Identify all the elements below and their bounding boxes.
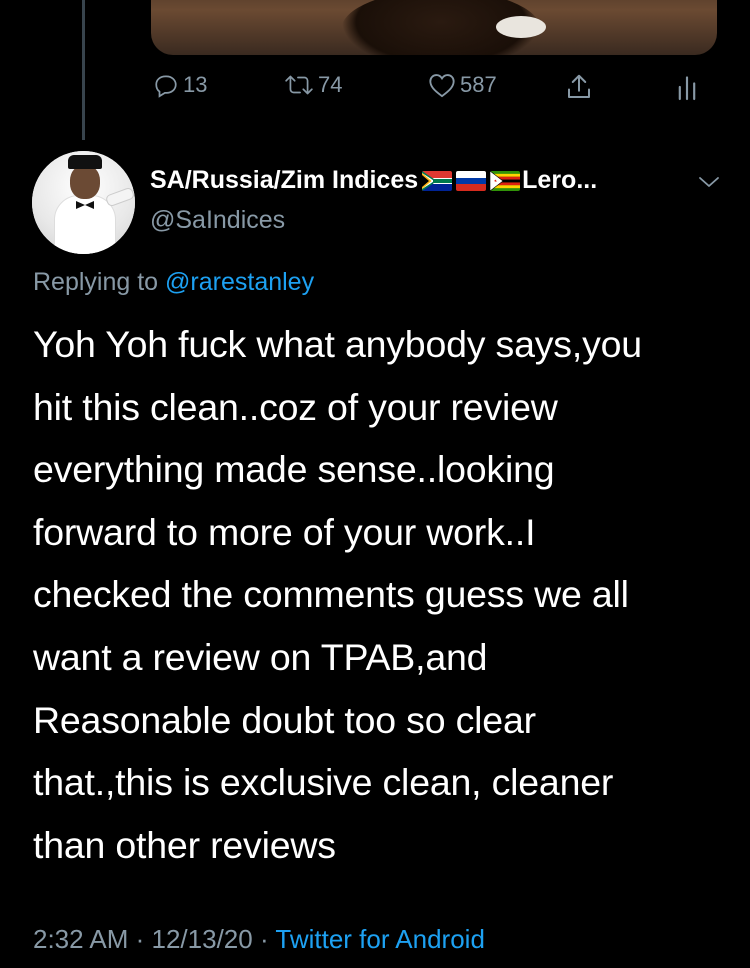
tweet-text-line: everything made sense..looking xyxy=(33,448,555,491)
tweet-text: Yoh Yoh fuck what anybody says,you hit t… xyxy=(33,313,733,876)
display-name[interactable]: SA/Russia/Zim Indices xyxy=(150,166,418,195)
author-handle[interactable]: @SaIndices xyxy=(150,206,285,235)
reply-button[interactable]: 13 xyxy=(153,72,207,98)
replying-prefix: Replying to xyxy=(33,268,166,296)
south-africa-flag-icon xyxy=(422,170,453,191)
tweet-metadata: 2:32 AM · 12/13/20 · Twitter for Android xyxy=(33,924,485,955)
tweet-text-line: Reasonable doubt too so clear xyxy=(33,698,536,741)
tweet-text-line: that.,this is exclusive clean, cleaner xyxy=(33,761,614,804)
retweet-button[interactable]: 74 xyxy=(284,72,342,98)
share-button[interactable] xyxy=(564,72,594,102)
meta-separator: · xyxy=(252,924,276,954)
like-count: 587 xyxy=(460,72,497,97)
avatar-cap xyxy=(68,155,102,169)
author-name-row[interactable]: SA/Russia/Zim Indices Lero... xyxy=(150,166,597,195)
tweet-text-line: forward to more of your work..I xyxy=(33,510,536,553)
tweet-source-link[interactable]: Twitter for Android xyxy=(275,924,485,954)
media-highlight xyxy=(496,16,546,38)
like-button[interactable]: 587 xyxy=(428,72,497,98)
previous-tweet-actions: 13 74 587 xyxy=(150,72,710,108)
share-icon xyxy=(564,72,594,102)
reply-icon xyxy=(153,72,179,98)
replying-to: Replying to @rarestanley xyxy=(33,268,314,297)
previous-tweet-media[interactable] xyxy=(151,0,717,55)
avatar-head xyxy=(70,165,100,199)
tweet-detail-page: 13 74 587 SA/Russia/Zim Indices Lero... … xyxy=(0,0,750,968)
retweet-icon xyxy=(284,72,314,98)
russia-flag-icon xyxy=(456,170,487,191)
thread-line xyxy=(82,0,85,140)
avatar[interactable] xyxy=(32,151,135,254)
stats-icon xyxy=(675,72,699,102)
meta-separator: · xyxy=(128,924,152,954)
replying-mention-link[interactable]: @rarestanley xyxy=(165,268,314,296)
reply-count: 13 xyxy=(183,72,208,97)
tweet-text-line: want a review on TPAB,and xyxy=(33,635,488,678)
tweet-text-line: checked the comments guess we all xyxy=(33,573,629,616)
retweet-count: 74 xyxy=(318,72,343,97)
tweet-text-line: hit this clean..coz of your review xyxy=(33,385,558,428)
tweet-date[interactable]: 12/13/20 xyxy=(152,924,253,954)
stats-button[interactable] xyxy=(675,72,699,102)
tweet-time[interactable]: 2:32 AM xyxy=(33,924,128,954)
chevron-down-icon[interactable] xyxy=(697,174,721,195)
zimbabwe-flag-icon xyxy=(490,170,521,191)
tweet-text-line: Yoh Yoh fuck what anybody says,you xyxy=(33,323,642,365)
tweet-text-line: than other reviews xyxy=(33,823,336,866)
heart-icon xyxy=(428,72,456,98)
display-name-overflow: Lero... xyxy=(522,166,598,194)
